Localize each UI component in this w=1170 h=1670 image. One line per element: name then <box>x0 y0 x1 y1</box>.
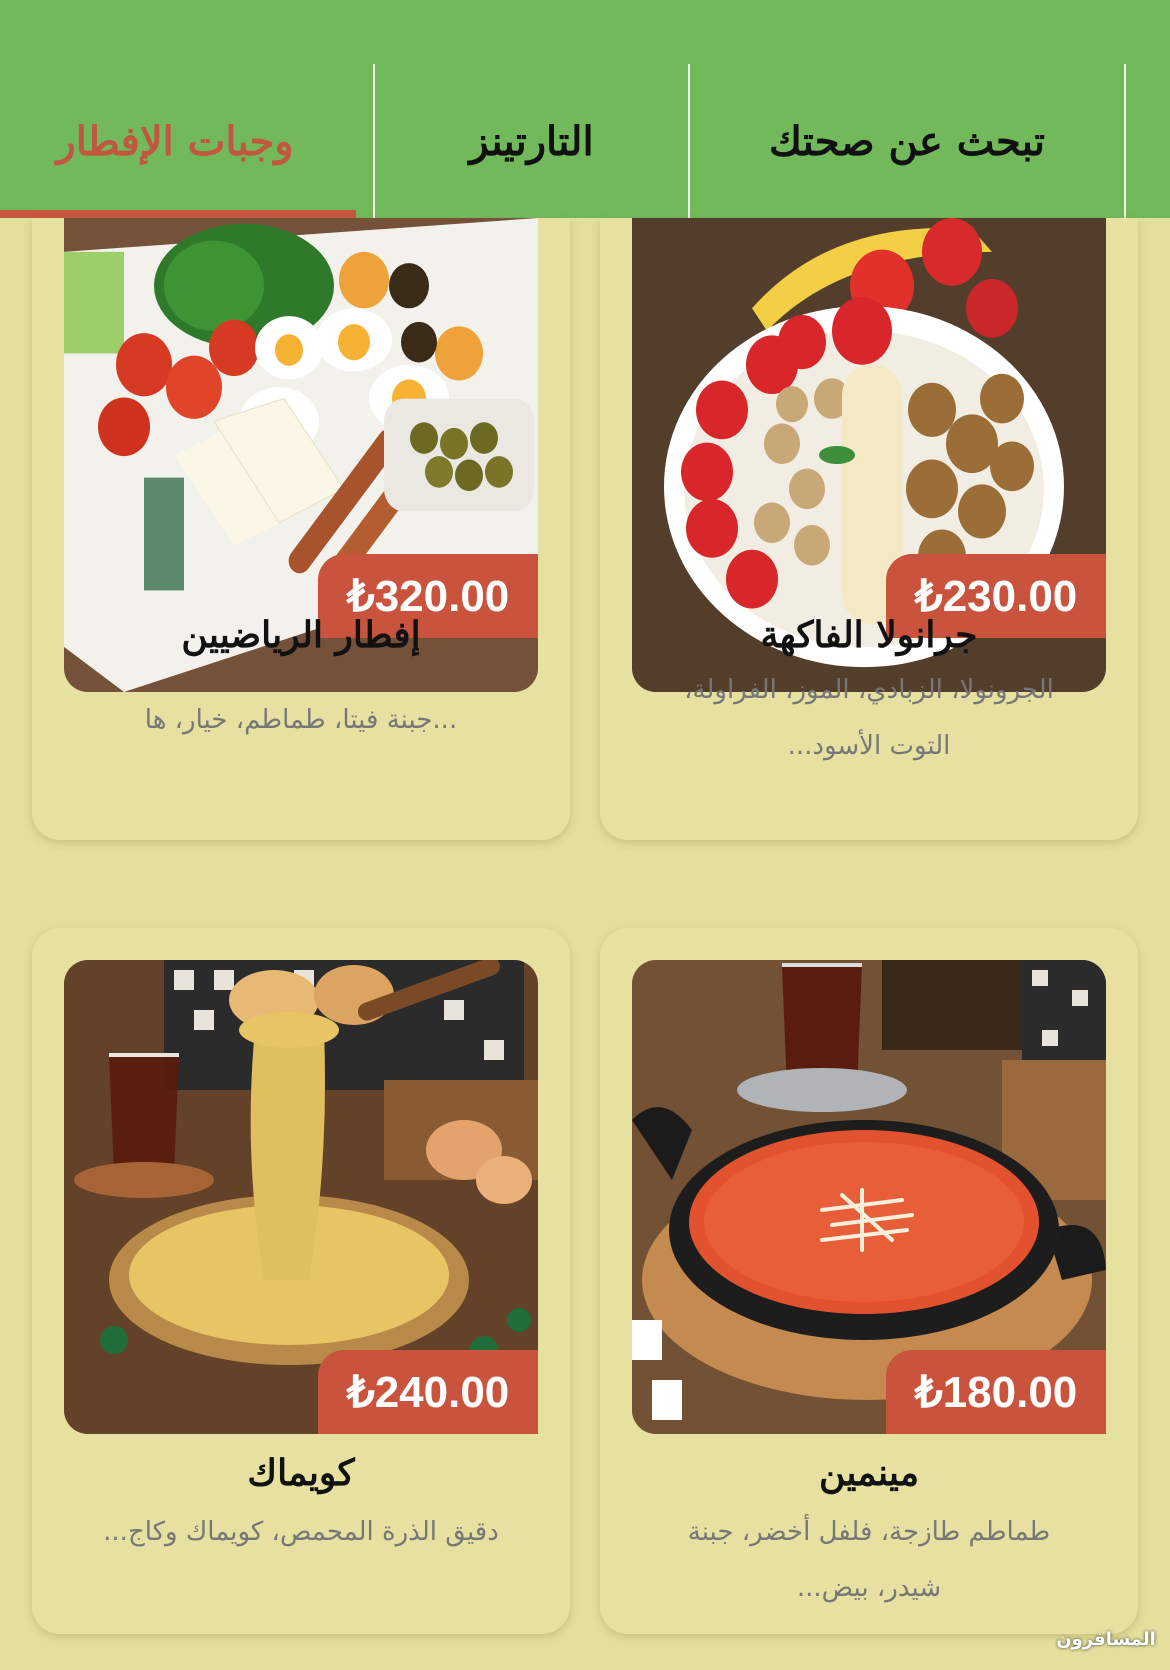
watermark-logo: المسافرون <box>1056 1628 1156 1650</box>
product-description: ...جبنة فيتا، طماطم، خيار، ها <box>144 705 458 735</box>
product-name: مينمين <box>818 1452 920 1494</box>
product-name: إفطار الرياضيين <box>181 614 421 656</box>
tab-breakfast[interactable]: وجبات الإفطار <box>0 64 350 218</box>
product-name: جرانولا الفاكهة <box>760 614 978 656</box>
product-card[interactable]: ₺230.00 جرانولا الفاكهة الجرونولا، الزبا… <box>600 218 1138 840</box>
price-badge: ₺180.00 <box>886 1350 1106 1434</box>
product-description: طماطم طازجة، فلفل أخضر، جبنة شيدر، بيض..… <box>687 1517 1051 1603</box>
product-name: كويماك <box>247 1452 355 1494</box>
tab-divider <box>1124 64 1126 218</box>
tab-healthy[interactable]: تبحث عن صحتك <box>690 64 1124 218</box>
product-card[interactable]: ₺320.00 إفطار الرياضيين ...جبنة فيتا، طم… <box>32 218 570 840</box>
price-badge: ₺240.00 <box>318 1350 538 1434</box>
tab-tartines[interactable]: التارتينز <box>375 64 688 218</box>
product-description: دقيق الذرة المحمص، كويماك وكاج... <box>103 1517 499 1547</box>
active-tab-indicator <box>0 210 356 218</box>
product-card[interactable]: ₺240.00 كويماك دقيق الذرة المحمص، كويماك… <box>32 928 570 1634</box>
product-card[interactable]: ₺180.00 مينمين طماطم طازجة، فلفل أخضر، ج… <box>600 928 1138 1634</box>
product-description: الجرونولا، الزبادي، الموز، الفراولة، الت… <box>684 675 1054 761</box>
category-tabbar: وجبات الإفطار التارتينز تبحث عن صحتك <box>0 0 1170 218</box>
